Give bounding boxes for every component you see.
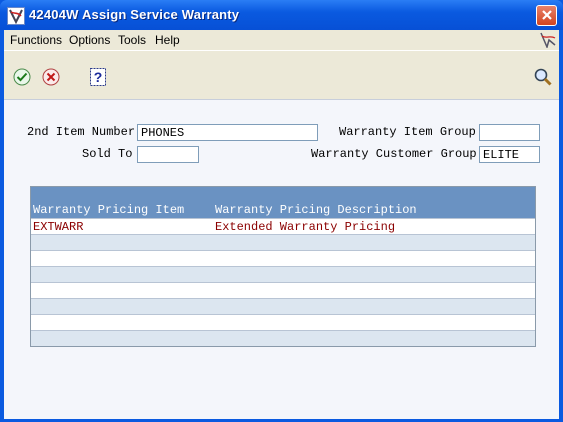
- column-header-pricing-description[interactable]: Warranty Pricing Description: [215, 203, 417, 217]
- sold-to-label: Sold To: [82, 147, 133, 161]
- menu-help[interactable]: Help: [155, 33, 180, 47]
- menu-bar: Functions Options Tools Help: [4, 30, 559, 51]
- warranty-item-group-label: Warranty Item Group: [339, 125, 476, 139]
- menu-functions[interactable]: Functions: [10, 33, 62, 47]
- application-window: 42404W Assign Service Warranty Functions…: [0, 0, 563, 422]
- item-number-input[interactable]: PHONES: [137, 124, 318, 141]
- table-row[interactable]: [31, 298, 535, 314]
- close-button[interactable]: [536, 5, 557, 26]
- warranty-pricing-grid: Warranty Pricing Item Warranty Pricing D…: [30, 186, 536, 347]
- toolbar: ?: [4, 51, 559, 99]
- table-row[interactable]: [31, 282, 535, 298]
- warranty-customer-group-label: Warranty Customer Group: [311, 147, 477, 161]
- search-icon: [534, 68, 552, 86]
- grid-header: Warranty Pricing Item Warranty Pricing D…: [31, 187, 535, 218]
- cell-pricing-item: EXTWARR: [33, 220, 84, 234]
- warranty-customer-group-input[interactable]: ELITE: [479, 146, 540, 163]
- app-logo-icon: [7, 7, 25, 25]
- menu-options[interactable]: Options: [69, 33, 110, 47]
- menu-tools[interactable]: Tools: [118, 33, 146, 47]
- cell-pricing-description: Extended Warranty Pricing: [215, 220, 396, 234]
- title-bar[interactable]: 42404W Assign Service Warranty: [0, 0, 563, 30]
- ok-button[interactable]: [12, 67, 32, 87]
- help-button[interactable]: ?: [88, 67, 108, 87]
- table-row[interactable]: [31, 250, 535, 266]
- window-title: 42404W Assign Service Warranty: [29, 7, 240, 22]
- cancel-button[interactable]: [41, 67, 61, 87]
- search-button[interactable]: [533, 67, 553, 87]
- cancel-icon: [42, 68, 60, 86]
- table-row[interactable]: [31, 234, 535, 250]
- table-row[interactable]: [31, 314, 535, 330]
- checkmark-icon: [13, 68, 31, 86]
- table-row[interactable]: [31, 266, 535, 282]
- item-number-label: 2nd Item Number: [27, 125, 136, 139]
- svg-text:?: ?: [94, 69, 103, 85]
- form-content: 2nd Item Number PHONES Sold To Warranty …: [4, 99, 559, 419]
- warranty-item-group-input[interactable]: [479, 124, 540, 141]
- table-row[interactable]: [31, 330, 535, 346]
- help-icon: ?: [90, 68, 106, 86]
- sold-to-input[interactable]: [137, 146, 199, 163]
- brand-logo-icon: [540, 32, 556, 50]
- table-row[interactable]: EXTWARR Extended Warranty Pricing: [31, 218, 535, 234]
- column-header-pricing-item[interactable]: Warranty Pricing Item: [33, 203, 184, 217]
- close-icon: [541, 10, 552, 20]
